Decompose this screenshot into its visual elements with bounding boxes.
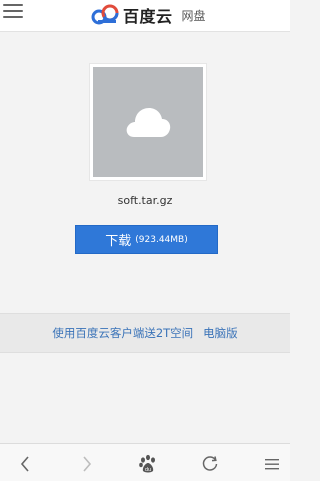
forward-icon[interactable] (76, 454, 98, 474)
brand-subtitle: 网盘 (181, 8, 206, 23)
browser-toolbar: du (0, 443, 290, 481)
download-button[interactable]: 下载 (923.44MB) (75, 225, 218, 254)
svg-text:du: du (145, 467, 151, 473)
baidu-paw-icon[interactable]: du (137, 454, 159, 474)
file-name: soft.tar.gz (117, 194, 173, 207)
empty-area (0, 354, 290, 443)
app-header: 百度云 网盘 (0, 0, 290, 32)
preview-placeholder (93, 67, 203, 177)
refresh-icon[interactable] (199, 454, 221, 474)
brand-name: 百度云 (123, 7, 173, 26)
page: 百度云 网盘 soft.tar.gz 下载 (923.44MB) 使用百度云客户… (0, 0, 290, 481)
hamburger-menu-icon[interactable] (3, 4, 23, 20)
main-content: soft.tar.gz 下载 (923.44MB) (0, 33, 290, 313)
back-icon[interactable] (14, 454, 36, 474)
pc-version-link[interactable]: 电脑版 (203, 325, 238, 341)
file-preview (90, 64, 206, 180)
cloud-icon (126, 108, 171, 137)
baidu-cloud-logo-icon (91, 4, 119, 25)
menu-icon[interactable] (261, 454, 283, 474)
file-size: (923.44MB) (135, 234, 188, 245)
download-label: 下载 (105, 234, 132, 249)
client-promo-banner: 使用百度云客户端送2T空间 电脑版 (0, 313, 290, 353)
client-download-link[interactable]: 使用百度云客户端送2T空间 (52, 325, 193, 341)
brand-logo[interactable]: 百度云 网盘 (90, 1, 206, 29)
